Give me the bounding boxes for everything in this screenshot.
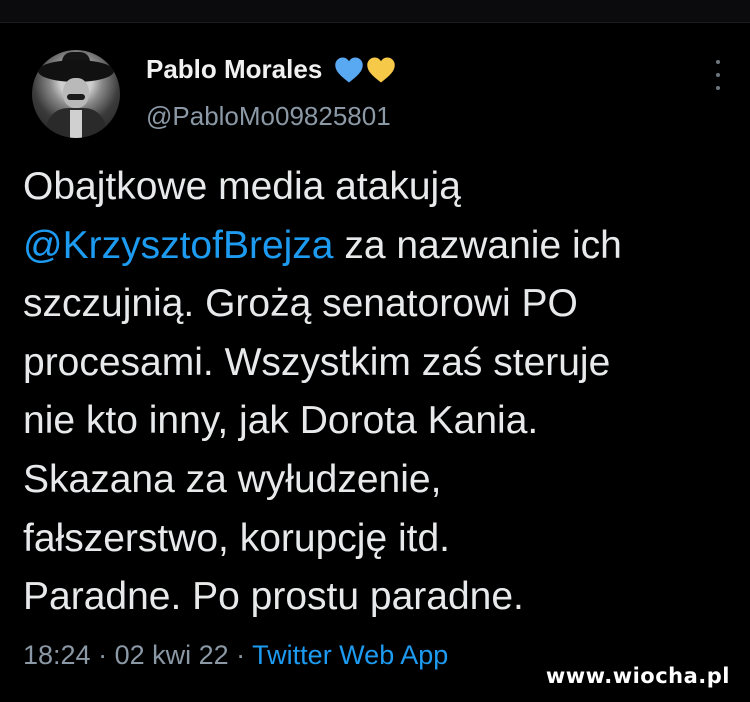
tweet-text-line1: Obajtkowe media atakują	[23, 165, 461, 208]
heart-emojis	[334, 56, 396, 84]
avatar[interactable]	[32, 50, 120, 138]
more-options-icon[interactable]	[710, 60, 726, 90]
author-name-row: Pablo Morales	[146, 54, 396, 85]
tweet-time[interactable]: 18:24	[23, 640, 91, 670]
tweet-header: Pablo Morales @PabloMo09825801	[22, 46, 728, 146]
tweet-date[interactable]: 02 kwi 22	[115, 640, 229, 670]
top-bar	[0, 0, 750, 23]
meta-separator: ·	[90, 640, 115, 670]
mention-link[interactable]: @KrzysztofBrejza	[23, 224, 334, 267]
yellow-heart-icon	[367, 57, 396, 82]
tweet-text: Obajtkowe media atakują @KrzysztofBrejza…	[23, 158, 729, 627]
blue-heart-icon	[335, 57, 364, 82]
tweet-meta: 18:24 · 02 kwi 22 · Twitter Web App	[23, 640, 448, 671]
watermark: www.wiocha.pl	[545, 664, 730, 688]
tweet-text-line2: za nazwanie ich	[333, 223, 622, 267]
tweet-source-link[interactable]: Twitter Web App	[252, 640, 448, 670]
author-handle[interactable]: @PabloMo09825801	[146, 101, 391, 132]
meta-separator: ·	[228, 640, 253, 670]
author-name[interactable]: Pablo Morales	[146, 54, 322, 85]
tweet-text-rest: szczujnią. Grożą senatorowi PO procesami…	[23, 282, 611, 619]
